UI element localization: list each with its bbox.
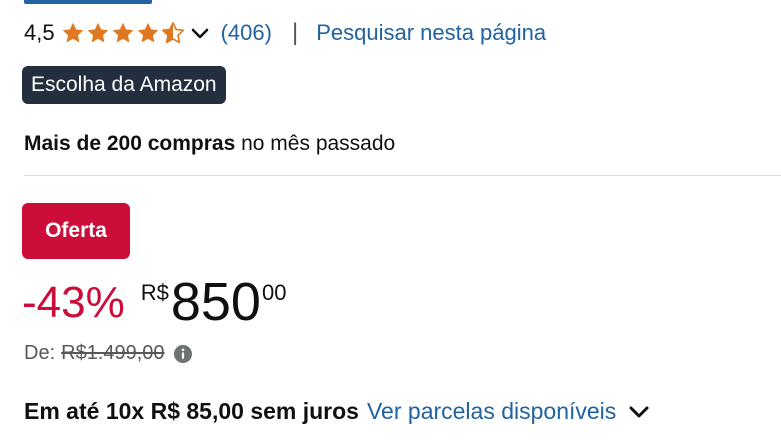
star-full-icon <box>136 21 160 45</box>
price-block: -43% R$ 850 00 <box>22 268 286 332</box>
product-buybox: 4,5 (406) | Pesquisar nesta página Escol… <box>0 0 781 440</box>
star-rating[interactable] <box>61 21 185 45</box>
list-price-row: De: R$1.499,00 <box>24 342 193 365</box>
price-currency: R$ <box>140 280 169 305</box>
star-full-icon <box>86 21 110 45</box>
chevron-down-icon[interactable] <box>626 399 652 425</box>
price-whole: 850 <box>170 272 261 332</box>
price-fraction: 00 <box>261 280 287 305</box>
bought-count: Mais de 200 compras <box>24 132 236 155</box>
rating-value: 4,5 <box>24 20 55 45</box>
installments-row: Em até 10x R$ 85,00 sem juros Ver parcel… <box>24 398 652 425</box>
star-full-icon <box>111 21 135 45</box>
search-page-link[interactable]: Pesquisar nesta página <box>316 20 546 46</box>
bought-period: no mês passado <box>235 132 396 155</box>
deal-badge: Oferta <box>22 203 130 259</box>
star-half-icon <box>161 21 185 45</box>
info-icon[interactable] <box>173 344 193 364</box>
list-price-value: R$1.499,00 <box>61 342 165 364</box>
amazons-choice-badge[interactable]: Escolha da Amazon <box>22 66 226 104</box>
rating-row: 4,5 (406) | Pesquisar nesta página <box>24 16 546 50</box>
discount-percentage: -43% <box>22 278 125 327</box>
installments-link[interactable]: Ver parcelas disponíveis <box>367 398 616 425</box>
brand-link-underline[interactable] <box>24 0 152 4</box>
bought-in-past-month: Mais de 200 compras no mês passado <box>24 132 395 156</box>
review-count-link[interactable]: (406) <box>221 20 272 46</box>
divider <box>24 175 781 176</box>
installments-text: Em até 10x R$ 85,00 sem juros <box>24 398 359 424</box>
star-full-icon <box>61 21 85 45</box>
separator: | <box>291 19 299 46</box>
chevron-down-icon[interactable] <box>189 22 211 44</box>
list-price-label: De: <box>24 342 56 364</box>
